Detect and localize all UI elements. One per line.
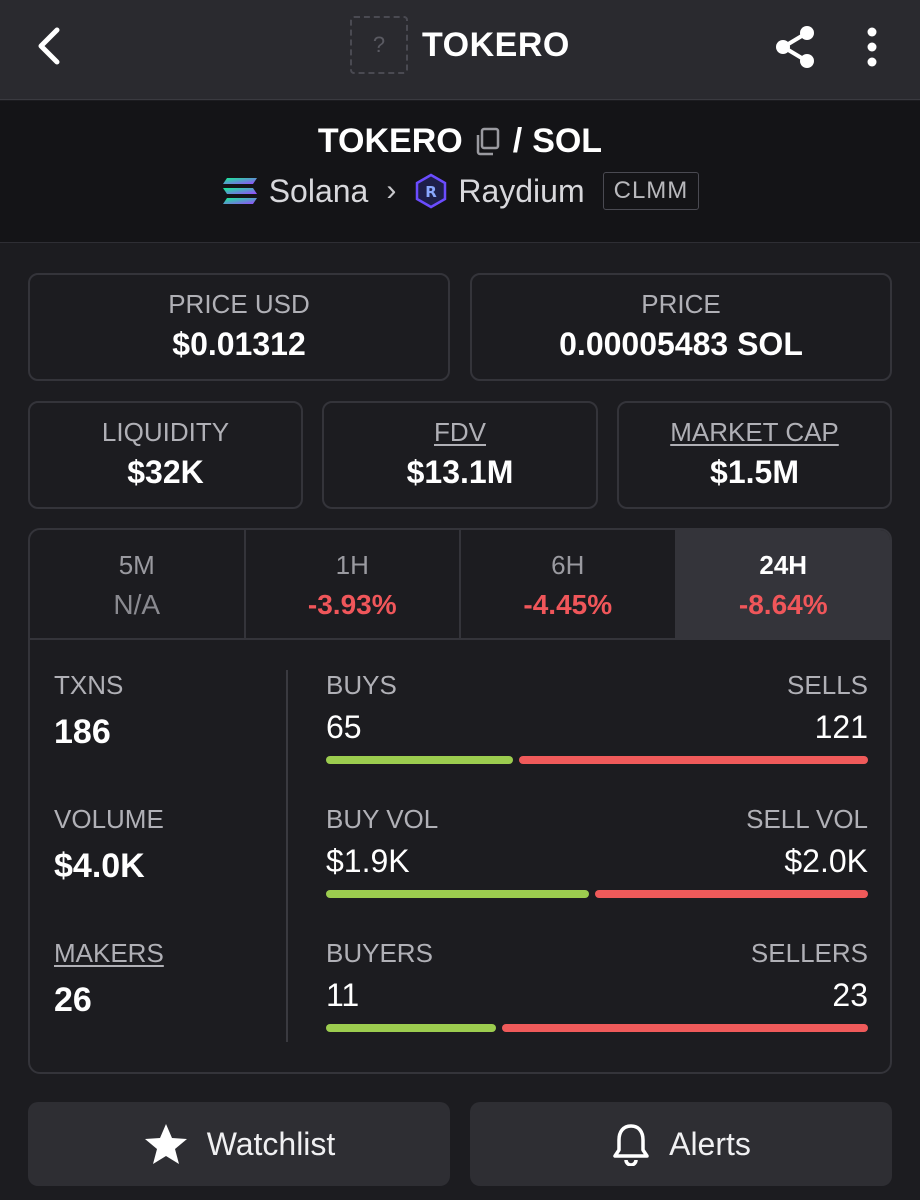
price-usd-label: PRICE USD bbox=[168, 289, 310, 319]
chain-link[interactable]: Solana bbox=[221, 172, 369, 210]
sells-label: SELLS bbox=[787, 670, 868, 700]
liquidity-card: LIQUIDITY $32K bbox=[28, 401, 303, 509]
breakdown-stats: BUYS SELLS 65 121 BUY VOL SELL VOL $1.9K… bbox=[326, 670, 868, 1072]
dex-name: Raydium bbox=[458, 172, 585, 209]
buyers-value: 11 bbox=[326, 977, 360, 1013]
top-bar: ? TOKERO bbox=[0, 0, 920, 100]
tab-change-value: -4.45% bbox=[523, 589, 613, 620]
price-usd-value: $0.01312 bbox=[172, 326, 306, 362]
chain-breadcrumb: Solana › R Raydium CLMM bbox=[0, 172, 920, 210]
makers-value: 26 bbox=[54, 981, 92, 1019]
share-icon bbox=[776, 26, 814, 68]
price-usd-card: PRICE USD $0.01312 bbox=[28, 273, 450, 381]
tab-1h[interactable]: 1H -3.93% bbox=[246, 530, 461, 638]
buyers-label: BUYERS bbox=[326, 938, 433, 968]
solana-icon bbox=[222, 178, 257, 204]
star-icon bbox=[144, 1124, 187, 1164]
watchlist-button[interactable]: Watchlist bbox=[28, 1102, 450, 1186]
timeframe-tabs: 5M N/A 1H -3.93% 6H -4.45% 24H -8.64% bbox=[30, 530, 890, 640]
svg-text:R: R bbox=[426, 183, 438, 201]
tab-24h[interactable]: 24H -8.64% bbox=[676, 530, 890, 638]
volume-value: $4.0K bbox=[54, 847, 145, 885]
stats-panel: 5M N/A 1H -3.93% 6H -4.45% 24H -8.64% TX… bbox=[28, 528, 892, 1074]
txns-value: 186 bbox=[54, 713, 111, 751]
tab-6h[interactable]: 6H -4.45% bbox=[461, 530, 677, 638]
chain-name: Solana bbox=[268, 172, 369, 209]
volume-label: VOLUME bbox=[54, 804, 164, 834]
sell-bar-segment bbox=[502, 1024, 868, 1032]
liquidity-value: $32K bbox=[127, 454, 204, 490]
title-group: ? TOKERO bbox=[350, 16, 570, 74]
buys-sells-stat: BUYS SELLS 65 121 bbox=[326, 670, 868, 804]
sells-value: 121 bbox=[814, 709, 868, 745]
fdv-label[interactable]: FDV bbox=[324, 417, 596, 448]
sell-bar-segment bbox=[595, 890, 868, 898]
buy-bar-segment bbox=[326, 1024, 496, 1032]
sellers-label: SELLERS bbox=[750, 938, 868, 968]
tab-label: 5M bbox=[118, 550, 155, 580]
volume-stat: VOLUME $4.0K bbox=[54, 804, 284, 938]
fdv-value: $13.1M bbox=[406, 454, 514, 490]
buy-bar-segment bbox=[326, 756, 513, 764]
tab-5m[interactable]: 5M N/A bbox=[30, 530, 246, 638]
txns-stat: TXNS 186 bbox=[54, 670, 284, 804]
price-native-value: 0.00005483 SOL bbox=[559, 326, 803, 362]
liquidity-label: LIQUIDITY bbox=[101, 417, 230, 447]
copy-icon[interactable] bbox=[473, 127, 503, 157]
buy-vol-label: BUY VOL bbox=[326, 804, 439, 834]
buy-vol-value: $1.9K bbox=[326, 843, 410, 879]
share-button[interactable] bbox=[770, 20, 822, 74]
back-button[interactable] bbox=[24, 18, 72, 74]
summary-stats: TXNS 186 VOLUME $4.0K MAKERS 26 bbox=[54, 670, 284, 1072]
raydium-icon: R bbox=[416, 173, 447, 209]
sellers-value: 23 bbox=[832, 977, 868, 1013]
tab-change-value: -3.93% bbox=[307, 589, 397, 620]
bell-icon bbox=[613, 1124, 649, 1166]
buy-sell-volume-bar bbox=[326, 890, 868, 898]
price-native-label: PRICE bbox=[641, 289, 721, 319]
sell-vol-value: $2.0K bbox=[784, 843, 868, 879]
base-token: TOKERO bbox=[317, 122, 463, 160]
txns-label: TXNS bbox=[54, 670, 124, 700]
tab-label: 6H bbox=[551, 550, 585, 580]
buyers-sellers-stat: BUYERS SELLERS 11 23 bbox=[326, 938, 868, 1072]
alerts-button[interactable]: Alerts bbox=[470, 1102, 892, 1186]
pool-type-badge: CLMM bbox=[602, 172, 700, 210]
chevron-right-icon: › bbox=[386, 174, 397, 207]
page-title: TOKERO bbox=[422, 25, 570, 64]
tab-label: 1H bbox=[335, 550, 369, 580]
buyers-sellers-bar bbox=[326, 1024, 868, 1032]
tab-change-value: -8.64% bbox=[738, 589, 828, 620]
more-menu-button[interactable] bbox=[852, 20, 892, 74]
makers-label[interactable]: MAKERS bbox=[54, 938, 284, 969]
token-logo-placeholder: ? bbox=[350, 16, 408, 74]
dex-link[interactable]: R Raydium bbox=[414, 172, 585, 210]
quote-token: SOL bbox=[532, 122, 603, 160]
pair-title: TOKERO / SOL bbox=[0, 122, 920, 161]
tab-change-value: N/A bbox=[113, 589, 161, 620]
more-vertical-icon bbox=[867, 27, 877, 67]
sell-vol-label: SELL VOL bbox=[746, 804, 868, 834]
sell-bar-segment bbox=[519, 756, 868, 764]
buys-sells-bar bbox=[326, 756, 868, 764]
buys-label: BUYS bbox=[326, 670, 397, 700]
price-native-card: PRICE 0.00005483 SOL bbox=[470, 273, 892, 381]
buy-sell-volume-stat: BUY VOL SELL VOL $1.9K $2.0K bbox=[326, 804, 868, 938]
watchlist-label: Watchlist bbox=[206, 1125, 336, 1162]
buy-bar-segment bbox=[326, 890, 589, 898]
pair-separator: / bbox=[512, 122, 523, 160]
fdv-card[interactable]: FDV $13.1M bbox=[322, 401, 598, 509]
chevron-left-icon bbox=[38, 27, 60, 65]
column-divider bbox=[286, 670, 288, 1042]
market-cap-label[interactable]: MARKET CAP bbox=[619, 417, 890, 448]
market-cap-value: $1.5M bbox=[710, 454, 799, 490]
tab-label: 24H bbox=[759, 550, 808, 580]
market-cap-card[interactable]: MARKET CAP $1.5M bbox=[617, 401, 892, 509]
alerts-label: Alerts bbox=[669, 1125, 751, 1162]
makers-stat[interactable]: MAKERS 26 bbox=[54, 938, 284, 1072]
buys-value: 65 bbox=[326, 709, 362, 745]
